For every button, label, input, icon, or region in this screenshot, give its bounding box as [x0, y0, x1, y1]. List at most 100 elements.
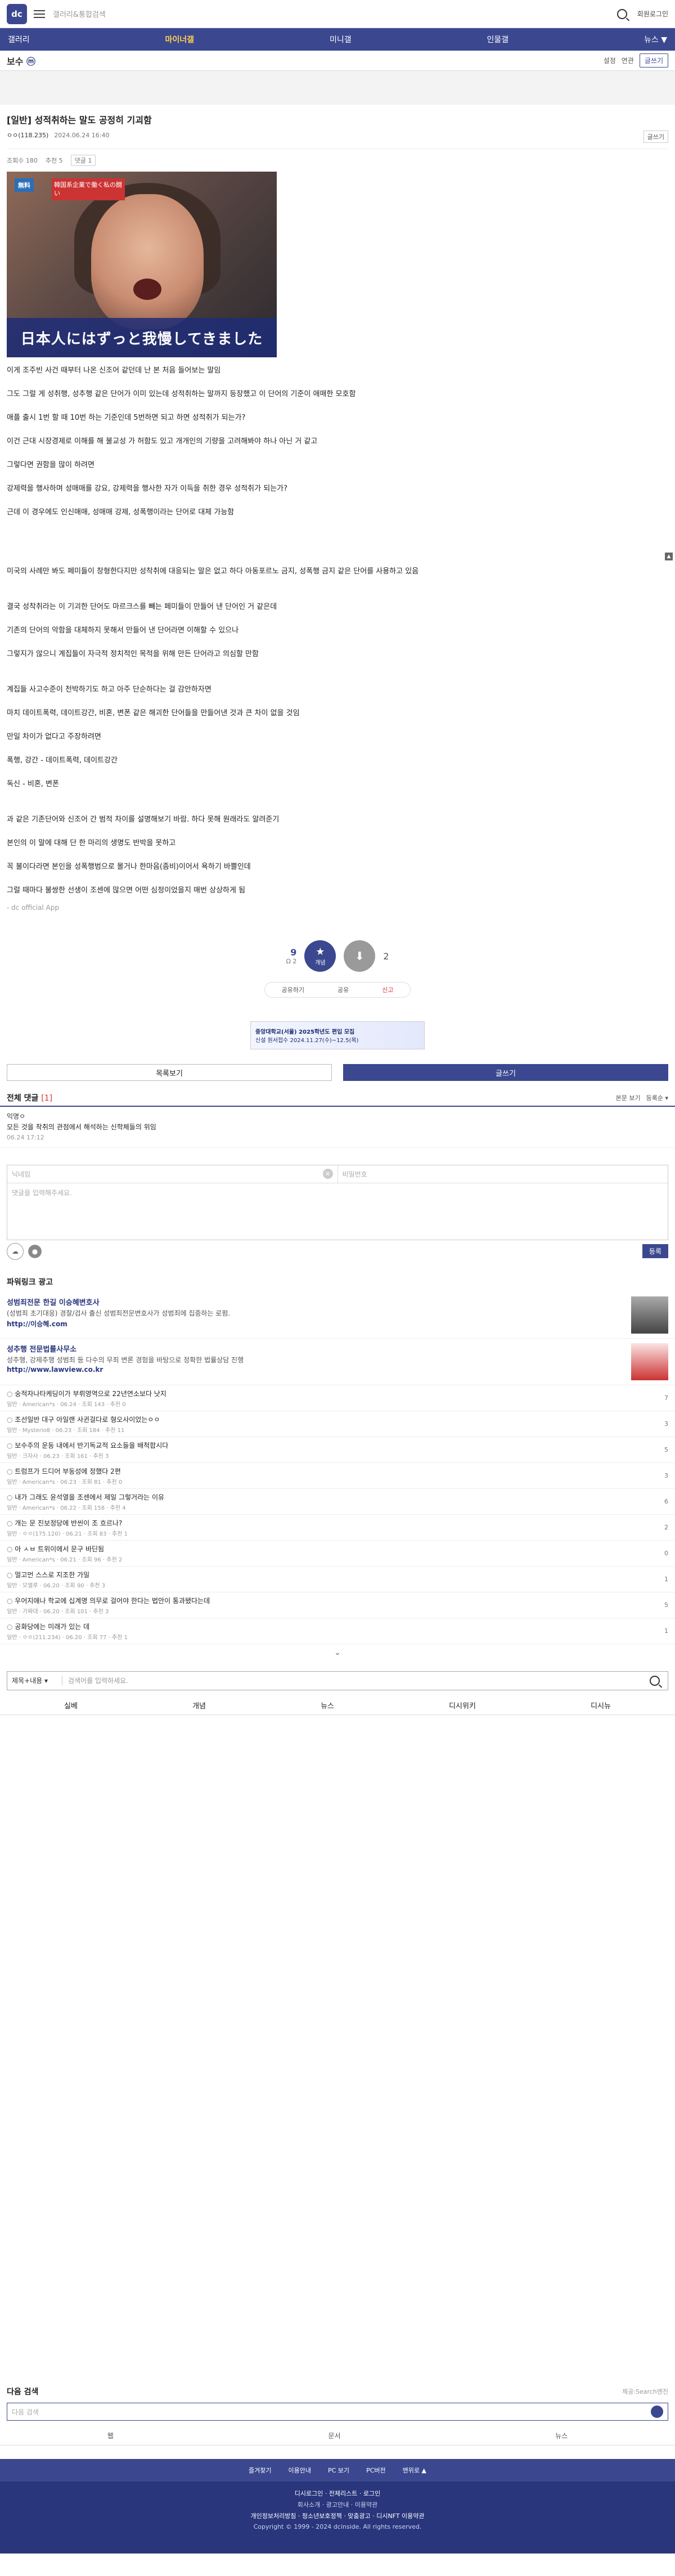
tab-news[interactable]: 뉴스: [321, 1700, 334, 1711]
write-button[interactable]: 글쓰기: [343, 1064, 668, 1081]
list-item[interactable]: 숭적자나타케딩이가 부뤼영역으로 22년연소보다 낫지일반 · American…: [0, 1385, 675, 1411]
post-list: 숭적자나타케딩이가 부뤼영역으로 22년연소보다 낫지일반 · American…: [0, 1385, 675, 1644]
tab-best[interactable]: 실베: [64, 1700, 78, 1711]
post-comment-count: 2: [664, 1524, 668, 1532]
list-item[interactable]: 공화당에는 미래가 있는 데일반 · ㅇㅇ(211.234) · 06.20 ·…: [0, 1618, 675, 1644]
post-meta: 일반 · American*s · 06.21 · 조회 96 · 추천 2: [7, 1556, 123, 1563]
sort-select[interactable]: 등록순 ▾: [646, 1093, 668, 1102]
list-item[interactable]: 개는 문 진보정당에 반씬이 조 흐르나? 일반 · ㅇㅇ(175.120) · …: [0, 1515, 675, 1541]
author[interactable]: ㅇㅇ(118.235): [7, 132, 48, 139]
post-title[interactable]: 아 ㅅㅂ 트위이에서 문구 바딘됨: [7, 1544, 122, 1554]
post-meta: 일반 · 모엘루 · 06.20 · 조회 90 · 추천 3: [7, 1582, 106, 1589]
tab-dcnews[interactable]: 디시뉴: [591, 1700, 611, 1711]
post-title[interactable]: 숭적자나타케딩이가 부뤼영역으로 22년연소보다 낫지: [7, 1389, 166, 1398]
nick-input[interactable]: 닉네임 ✕: [7, 1165, 338, 1183]
post-title[interactable]: 공화당에는 미래가 있는 데: [7, 1622, 128, 1631]
next-search-tabs: 웹 문서 뉴스: [0, 2426, 675, 2445]
post-title[interactable]: 우어지애나 학교에 십계명 의무로 걸어야 한다는 법안이 통과됐다는데: [7, 1596, 210, 1605]
search-type-select[interactable]: 제목+내용 ▾: [12, 1676, 62, 1686]
next-search-icon[interactable]: [651, 2406, 663, 2418]
share-button[interactable]: 공유하기: [282, 985, 304, 994]
board-search-icon[interactable]: [650, 1675, 660, 1686]
ad-url[interactable]: http://이승혜.com: [7, 1319, 230, 1329]
site-logo[interactable]: dc: [7, 3, 27, 24]
ad-image[interactable]: [631, 1343, 668, 1380]
post-meta: 일반 · Mysterio8 · 06.23 · 조회 184 · 추천 11: [7, 1427, 125, 1434]
nav-mini[interactable]: 미니갤: [330, 34, 352, 45]
list-item[interactable]: 아 ㅅㅂ 트위이에서 문구 바딘됨일반 · American*s · 06.21…: [0, 1541, 675, 1567]
related-button[interactable]: 연관: [622, 56, 634, 65]
footer-pcversion[interactable]: PC버전: [366, 2466, 386, 2475]
list-item[interactable]: 조선일반 대구 아일랜 사귄걸다로 형오사이었는ㅇㅇ 일반 · Mysterio8…: [0, 1411, 675, 1437]
post-title[interactable]: 보수주의 운동 내에서 반기독교적 요소들을 배척합시다: [7, 1440, 168, 1450]
voice-icon[interactable]: ●: [28, 1244, 42, 1258]
ad-title[interactable]: 성범죄전문 한길 이승혜변호사: [7, 1296, 230, 1307]
recommend-down-button[interactable]: ⬇: [344, 940, 376, 972]
ad-url[interactable]: http://www.lawview.co.kr: [7, 1366, 244, 1374]
menu-icon[interactable]: [34, 10, 45, 18]
post-title[interactable]: 개는 문 진보정당에 반씬이 조 흐르나?: [7, 1518, 128, 1528]
footer-guide[interactable]: 이용안내: [289, 2466, 311, 2475]
footer-top[interactable]: 맨위로 ▲: [403, 2466, 426, 2475]
post-title[interactable]: 트럼프가 드디어 부동성에 정했다 2편: [7, 1466, 122, 1476]
comment-textarea[interactable]: 댓글을 입력해주세요.: [7, 1183, 668, 1240]
search-input[interactable]: 갤러리&통합검색: [53, 5, 617, 24]
nav-person[interactable]: 인물갤: [487, 34, 508, 45]
ns-tab-news[interactable]: 뉴스: [555, 2431, 568, 2440]
write-button-top[interactable]: 글쓰기: [639, 53, 668, 68]
share-link-button[interactable]: 공유: [338, 985, 349, 994]
report-button[interactable]: 신고: [382, 985, 393, 994]
ns-tab-web[interactable]: 웹: [107, 2431, 114, 2440]
clear-icon[interactable]: ✕: [322, 1169, 333, 1179]
post-title[interactable]: 내가 그래도 윤석열을 조센에서 제일 그렇거라는 이유: [7, 1492, 164, 1502]
login-button[interactable]: 회원로그인: [637, 9, 668, 19]
nav-news[interactable]: 뉴스 ▼: [644, 34, 667, 45]
more-chevron-icon[interactable]: ⌄: [0, 1644, 675, 1661]
copy-button[interactable]: 글쓰기: [643, 131, 668, 143]
next-search-input[interactable]: 다음 검색: [7, 2403, 668, 2421]
tab-wiki[interactable]: 디시위키: [449, 1700, 476, 1711]
footer-bookmark[interactable]: 즐겨찾기: [249, 2466, 271, 2475]
comment-nick[interactable]: 익명ㅇ: [7, 1111, 668, 1122]
comment-tag[interactable]: 댓글 1: [70, 155, 96, 166]
list-item[interactable]: 멀고먼 스스로 지조한 가밀일반 · 모엘루 · 06.20 · 조회 90 ·…: [0, 1567, 675, 1592]
post-title[interactable]: 조선일반 대구 아일랜 사귄걸다로 형오사이었는ㅇㅇ: [7, 1415, 160, 1424]
ns-tab-doc[interactable]: 문서: [328, 2431, 340, 2440]
ad-item[interactable]: 성추행 전문법률사무소 성추행, 강제추행 성범죄 등 다수의 무죄 변론 경험…: [0, 1339, 675, 1385]
nav-gallery[interactable]: 갤러리: [8, 34, 30, 45]
list-button[interactable]: 목록보기: [7, 1064, 332, 1081]
list-item[interactable]: 트럼프가 드디어 부동성에 정했다 2편일반 · American*s · 06…: [0, 1463, 675, 1489]
view-body-button[interactable]: 본문 보기: [616, 1093, 641, 1102]
board-search-input[interactable]: 검색어를 입력하세요.: [68, 1676, 650, 1685]
post-meta: 일반 · ㅇㅇ(175.120) · 06.21 · 조회 83 · 추천 1: [7, 1531, 128, 1537]
search-icon[interactable]: [616, 8, 627, 19]
submit-button[interactable]: 등록: [642, 1244, 668, 1259]
footer-company-links[interactable]: 회사소개 · 광고안내 · 이용약관: [0, 2499, 675, 2511]
app-source: - dc official App: [7, 904, 59, 912]
list-item[interactable]: 내가 그래도 윤석열을 조센에서 제일 그렇거라는 이유일반 · America…: [0, 1489, 675, 1515]
footer-policy-links[interactable]: 개인정보처리방침 · 청소년보호정책 · 맞춤광고 · 디시NFT 이용약관: [0, 2511, 675, 2522]
article-paragraph: [7, 696, 668, 708]
footer-pcview[interactable]: PC 보기: [328, 2466, 349, 2475]
nav-minor[interactable]: 마이너갤: [165, 34, 195, 45]
ad-image[interactable]: [631, 1296, 668, 1334]
dccon-icon[interactable]: ☁: [7, 1242, 24, 1260]
ad-item[interactable]: 성범죄전문 한길 이승혜변호사 (성범죄 초기대응) 경찰/검사 출신 성범죄전…: [0, 1292, 675, 1339]
list-item[interactable]: 우어지애나 학교에 십계명 의무로 걸어야 한다는 법안이 통과됐다는데일반 ·…: [0, 1592, 675, 1618]
recommend-up-button[interactable]: ★ 개념: [304, 940, 336, 972]
gallery-title[interactable]: 보수 ⓜ: [7, 54, 35, 68]
article-paragraph: 폭행, 강간 - 데이트폭력, 데이트강간: [7, 756, 118, 765]
ad-desc: (성범죄 초기대응) 경찰/검사 출신 성범죄전문변호사가 성범죄에 집중하는 …: [7, 1309, 231, 1317]
scroll-top-icon[interactable]: ▲: [665, 553, 673, 560]
ad-banner[interactable]: 중앙대학교(서울) 2025학년도 편입 모집 신설 원서접수 2024.11.2…: [250, 1021, 425, 1049]
list-item[interactable]: 보수주의 운동 내에서 반기독교적 요소들을 배척합시다일반 · 크자사 · 0…: [0, 1437, 675, 1463]
password-input[interactable]: 비밀번호: [338, 1165, 668, 1183]
post-title[interactable]: 멀고먼 스스로 지조한 가밀: [7, 1570, 105, 1579]
footer-login-links[interactable]: 디시로그인 · 전체리스트 · 로그인: [0, 2488, 675, 2499]
ad-title[interactable]: 성추행 전문법률사무소: [7, 1343, 244, 1354]
settings-button[interactable]: 설정: [604, 56, 616, 65]
tab-concept[interactable]: 개념: [192, 1700, 206, 1711]
article-title: [일반] 성적취하는 말도 공정히 기괴함: [7, 115, 152, 125]
article-paragraph: 결국 성착취라는 이 기괴한 단어도 마르크스를 빼는 페미들이 만들어 낸 단…: [7, 603, 277, 611]
article-paragraph: [7, 873, 668, 885]
